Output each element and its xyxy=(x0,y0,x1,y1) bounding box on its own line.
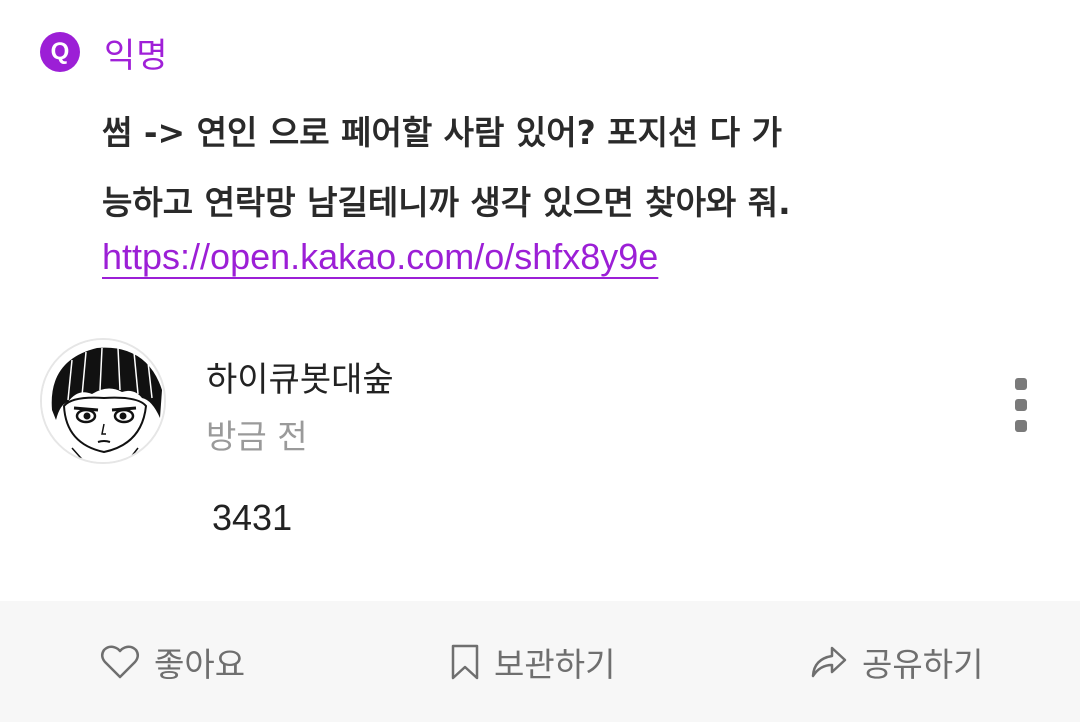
save-label: 보관하기 xyxy=(494,644,616,684)
bookmark-icon xyxy=(451,644,479,679)
share-arrow-icon xyxy=(811,646,847,677)
save-button[interactable]: 보관하기 xyxy=(450,601,615,722)
avatar-illustration-icon xyxy=(42,340,164,462)
like-button[interactable]: 좋아요 xyxy=(100,601,245,722)
heart-icon xyxy=(101,645,139,678)
share-button[interactable]: 공유하기 xyxy=(810,601,983,722)
anonymous-label: 익명 xyxy=(104,35,169,76)
post-time: 방금 전 xyxy=(206,417,308,456)
question-line: 썸 -> 연인 으로 페어할 사람 있어? 포지션 다 가 xyxy=(102,113,783,152)
avatar[interactable] xyxy=(40,338,166,464)
more-dot-icon xyxy=(1015,420,1027,432)
question-header: Q 익명 xyxy=(40,30,169,76)
question-text: 썸 -> 연인 으로 페어할 사람 있어? 포지션 다 가 능하고 연락망 남길… xyxy=(102,98,1002,238)
question-badge: Q xyxy=(40,32,80,72)
question-line: 능하고 연락망 남길테니까 생각 있으면 찾아와 줘. xyxy=(102,183,791,222)
like-label: 좋아요 xyxy=(154,644,246,684)
more-dot-icon xyxy=(1015,399,1027,411)
answer-text: 3431 xyxy=(212,497,293,538)
open-chat-link[interactable]: https://open.kakao.com/o/shfx8y9e xyxy=(102,236,658,278)
share-label: 공유하기 xyxy=(862,644,984,684)
more-options-button[interactable] xyxy=(1004,370,1038,440)
action-bar: 좋아요 보관하기 공유하기 xyxy=(0,601,1080,722)
author-name[interactable]: 하이큐봇대숲 xyxy=(206,352,394,401)
more-dot-icon xyxy=(1015,378,1027,390)
